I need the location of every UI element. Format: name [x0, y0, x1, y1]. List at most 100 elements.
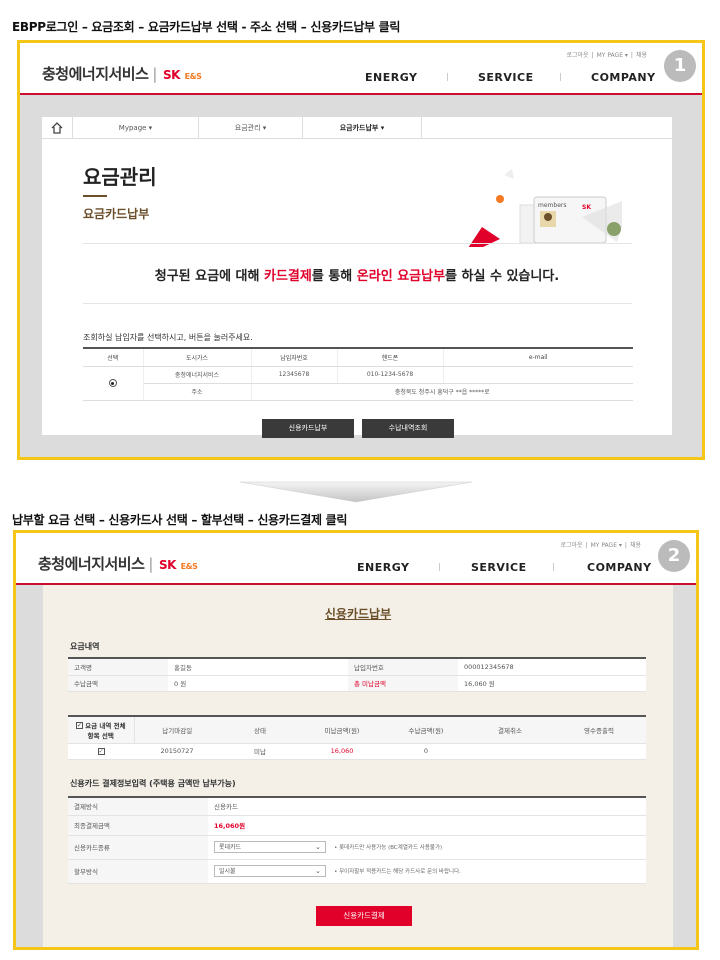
payer-number-label: 납입자번호	[348, 659, 458, 676]
step1-caption: EBPP로그인 – 요금조회 – 요금카드납부 선택 - 주소 선택 – 신용카…	[12, 20, 401, 34]
credit-card-pay-button[interactable]: 신용카드결제	[316, 906, 412, 926]
svg-text:SK: SK	[582, 204, 591, 211]
card-illustration: members SK	[468, 169, 622, 247]
step-badge-2: 2	[658, 540, 690, 572]
final-amount-value: 16,060원	[208, 815, 646, 836]
col-header-gas: 도시가스	[143, 347, 252, 367]
paid-amount: 0 원	[168, 675, 348, 692]
logout-link[interactable]: 로그아웃	[566, 52, 588, 59]
col-header-email: e-mail	[443, 347, 633, 367]
payment-method-value: 신용카드	[208, 798, 646, 816]
col-header-paid: 수납금액(원)	[384, 717, 468, 744]
table-row[interactable]: 충청에너지서비스 12345678 010-1234-5678	[83, 366, 633, 401]
utility-links: 로그아웃 | MY PAGE ▾ | 채용	[560, 542, 641, 549]
site-header: 충청에너지서비스 | SK E&S 로그아웃 | MY PAGE ▾ | 채용 ENERGY…	[16, 533, 696, 585]
utility-links: 로그아웃 | MY PAGE ▾ | 채용	[566, 52, 647, 59]
unpaid-amount: 16,060	[300, 743, 384, 760]
divider	[83, 243, 632, 244]
screenshot-1-frame: 충청에너지서비스 | SK E&S 로그아웃 | MY PAGE ▾ | 채용 ENERGY…	[17, 40, 705, 460]
bill-summary-table: 고객명 홍길동 납입자번호 000012345678 수납금액 0 원 총 미납…	[68, 657, 646, 692]
col-header-unpaid: 미납금액(원)	[300, 717, 384, 744]
col-header-due: 납기마감일	[134, 717, 220, 744]
gnb-divider	[560, 73, 561, 81]
card-type-hint: • 롯데카드만 사용가능 (BC계열카드 사용불가)	[334, 845, 443, 851]
bill-list-table: ✓ 요금 내역 전체항목 선택 납기마감일 상태 미납금액(원) 수납금액(원)…	[68, 715, 646, 760]
final-amount-label: 최종결제금액	[68, 815, 208, 836]
select-all-checkbox[interactable]: ✓	[75, 722, 83, 730]
page-subtitle: 요금카드납부	[83, 207, 150, 221]
paid-amount-label: 수납금액	[68, 675, 168, 692]
card-payment-notice: 청구된 요금에 대해 카드결제를 통해 온라인 요금납부를 하실 수 있습니다.	[154, 269, 560, 284]
col-header-payer-no: 납입자번호	[251, 347, 338, 367]
chevron-down-icon: ⌄	[315, 843, 321, 851]
gnb-service[interactable]: SERVICE	[471, 561, 527, 574]
step-badge-1: 1	[664, 50, 696, 82]
down-arrow-icon	[240, 481, 472, 503]
svg-text:members: members	[538, 202, 566, 209]
gnb-service[interactable]: SERVICE	[478, 71, 534, 84]
gnb-company[interactable]: COMPANY	[591, 71, 656, 84]
phone-number: 010-1234-5678	[337, 366, 444, 384]
recruit-link[interactable]: 채용	[636, 52, 647, 59]
card-info-section-title: 신용카드 결제정보입력 (주택용 금액만 납부가능)	[70, 779, 236, 788]
customer-name: 홍길동	[168, 659, 348, 676]
card-info-table: 결제방식 신용카드 최종결제금액 16,060원 신용카드종류 롯데카드 ⌄ • …	[68, 796, 646, 884]
bill-section-title: 요금내역	[70, 642, 100, 651]
card-type-label: 신용카드종류	[68, 835, 208, 860]
due-date: 20150727	[134, 743, 220, 760]
status: 미납	[220, 743, 300, 760]
home-icon[interactable]	[42, 117, 72, 139]
logout-link[interactable]: 로그아웃	[560, 542, 582, 549]
table-row[interactable]: ✓ 20150727 미납 16,060 0	[68, 743, 646, 760]
col-header-phone: 핸드폰	[337, 347, 444, 367]
total-unpaid-amount: 16,060 원	[458, 675, 646, 692]
screenshot-2-frame: 충청에너지서비스 | SK E&S 로그아웃 | MY PAGE ▾ | 채용 ENERGY…	[13, 530, 699, 950]
divider	[83, 303, 632, 304]
credit-card-payment-button[interactable]: 신용카드납부	[262, 419, 354, 438]
step2-caption: 납부할 요금 선택 – 신용카드사 선택 – 할부선택 – 신용카드결제 클릭	[12, 513, 348, 527]
brand-logo[interactable]: 충청에너지서비스 | SK E&S	[38, 553, 198, 574]
installment-label: 할부방식	[68, 859, 208, 884]
cancel-cell[interactable]	[468, 743, 552, 760]
payment-history-button[interactable]: 수납내역조회	[362, 419, 454, 438]
mypage-link[interactable]: MY PAGE ▾	[591, 542, 622, 549]
col-header-cancel: 결제취소	[468, 717, 552, 744]
tab-fee-management[interactable]: 요금관리 ▾	[198, 117, 302, 139]
select-all-header[interactable]: ✓ 요금 내역 전체항목 선택	[68, 717, 135, 744]
installment-hint: • 무이자할부 적용카드는 해당 카드사로 문의 바랍니다.	[334, 869, 461, 875]
page-title: 요금관리	[83, 165, 157, 189]
gnb-divider	[553, 563, 554, 571]
payer-number: 12345678	[251, 366, 338, 384]
title-underline	[83, 195, 107, 197]
receipt-cell[interactable]	[552, 743, 646, 760]
col-header-receipt: 영수증출력	[552, 717, 646, 744]
address-label: 주소	[143, 383, 252, 401]
gnb-energy[interactable]: ENERGY	[357, 561, 409, 574]
card-type-select[interactable]: 롯데카드 ⌄	[214, 841, 326, 853]
paid-amount: 0	[384, 743, 468, 760]
card-payment-panel: 신용카드납부 요금내역 고객명 홍길동 납입자번호 000012345678 수…	[43, 585, 673, 947]
email	[443, 366, 633, 384]
table-row: 주소 충청북도 청주시 흥덕구 **읍 *****로	[83, 383, 633, 401]
chevron-down-icon: ⌄	[315, 867, 321, 875]
col-header-status: 상태	[220, 717, 300, 744]
gnb-divider	[439, 563, 440, 571]
page-title: 신용카드납부	[324, 607, 392, 621]
fee-management-panel: Mypage ▾ 요금관리 ▾ 요금카드납부 ▾ 요금관리 요금카드납부 mem…	[42, 117, 672, 438]
payer-select-instruction: 조회하실 납입자를 선택하시고, 버튼을 눌러주세요.	[83, 333, 253, 342]
mypage-link[interactable]: MY PAGE ▾	[597, 52, 628, 59]
payment-method-label: 결제방식	[68, 798, 208, 816]
tab-card-payment[interactable]: 요금카드납부 ▾	[302, 117, 422, 139]
brand-logo[interactable]: 충청에너지서비스 | SK E&S	[42, 63, 202, 84]
tab-mypage[interactable]: Mypage ▾	[72, 117, 198, 139]
row-checkbox[interactable]: ✓	[68, 743, 134, 760]
gas-company: 충청에너지서비스	[143, 366, 252, 384]
row-select-radio[interactable]	[83, 366, 144, 401]
location-nav: Mypage ▾ 요금관리 ▾ 요금카드납부 ▾	[42, 117, 672, 139]
select-all-label: 요금 내역 전체항목 선택	[85, 721, 126, 740]
installment-select[interactable]: 일시불 ⌄	[214, 865, 326, 877]
recruit-link[interactable]: 채용	[630, 542, 641, 549]
gnb-energy[interactable]: ENERGY	[365, 71, 417, 84]
customer-label: 고객명	[68, 659, 168, 676]
gnb-company[interactable]: COMPANY	[587, 561, 652, 574]
